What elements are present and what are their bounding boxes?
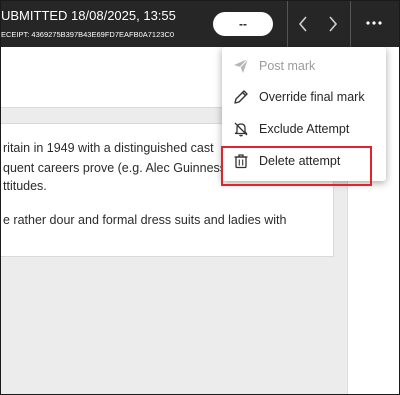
text-line: ttitudes. <box>3 179 47 193</box>
chevron-right-icon <box>329 16 338 32</box>
pencil-icon <box>232 88 250 106</box>
divider <box>350 1 351 47</box>
menu-item-override-final-mark[interactable]: Override final mark <box>222 82 386 112</box>
previous-attempt-button[interactable] <box>292 11 314 37</box>
more-options-button[interactable] <box>359 13 389 33</box>
text-line: quent careers prove (e.g. Alec Guinness <box>3 161 227 175</box>
bell-off-icon <box>232 120 250 138</box>
menu-item-label: Post mark <box>259 59 316 73</box>
ellipsis-icon <box>366 21 382 25</box>
chevron-left-icon <box>298 16 307 32</box>
menu-item-exclude-attempt[interactable]: Exclude Attempt <box>222 114 386 144</box>
send-icon <box>232 57 250 75</box>
menu-item-label: Exclude Attempt <box>259 122 350 136</box>
grade-input[interactable]: -- <box>213 12 273 36</box>
screenshot-frame: UBMITTED 18/08/2025, 13:55 ECEIPT: 43692… <box>0 0 400 395</box>
highlight-annotation <box>221 146 372 186</box>
attempt-header: UBMITTED 18/08/2025, 13:55 ECEIPT: 43692… <box>1 1 399 47</box>
menu-item-label: Override final mark <box>259 90 365 104</box>
divider <box>287 1 288 47</box>
text-line: ritain in 1949 with a distinguished cast <box>3 141 214 155</box>
text-line: e rather dour and formal dress suits and… <box>3 213 287 227</box>
next-attempt-button[interactable] <box>322 11 344 37</box>
submitted-status: UBMITTED 18/08/2025, 13:55 <box>1 8 176 23</box>
receipt-id: ECEIPT: 4369275B397B43E69FD7EAFB0A7123C0 <box>1 30 175 39</box>
menu-item-post-mark[interactable]: Post mark <box>222 51 386 81</box>
